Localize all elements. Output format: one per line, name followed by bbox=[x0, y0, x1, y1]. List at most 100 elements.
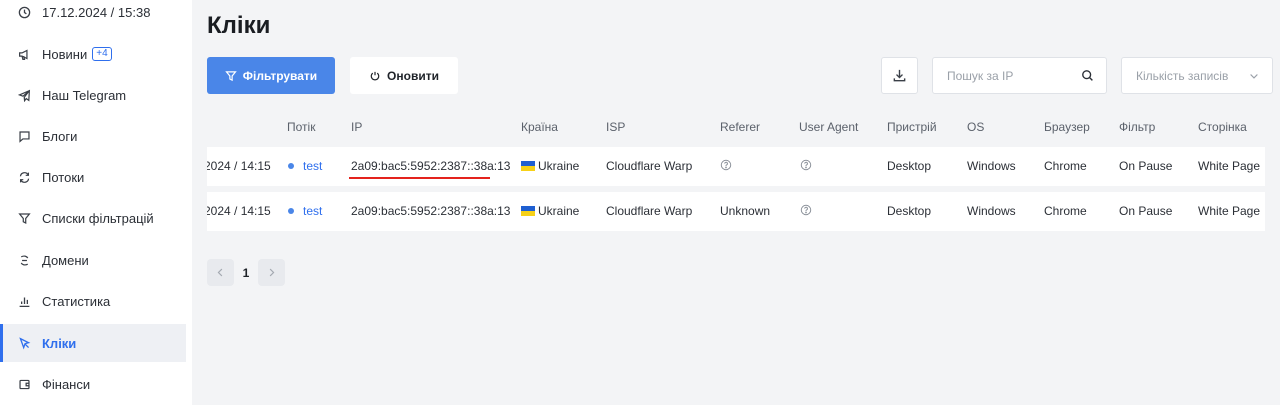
cell-isp: Cloudflare Warp bbox=[606, 159, 693, 173]
search-icon[interactable] bbox=[1081, 69, 1094, 82]
column-header-browser[interactable]: Браузер bbox=[1044, 120, 1090, 134]
column-header-stream[interactable]: Потік bbox=[287, 120, 315, 134]
column-header-device[interactable]: Пристрій bbox=[887, 120, 937, 134]
telegram-icon bbox=[16, 87, 32, 103]
cell-stream[interactable]: test bbox=[288, 159, 322, 173]
news-count-badge: +4 bbox=[92, 47, 112, 61]
chat-icon bbox=[16, 128, 32, 144]
records-count-select[interactable]: Кількість записів bbox=[1121, 57, 1273, 94]
refresh-icon bbox=[369, 70, 381, 82]
column-header-country[interactable]: Країна bbox=[521, 120, 558, 134]
table-row[interactable]: 2024 / 14:15 test 2a09:bac5:5952:2387::3… bbox=[207, 147, 1265, 186]
column-header-os[interactable]: OS bbox=[967, 120, 984, 134]
stream-status-dot bbox=[288, 208, 294, 214]
sidebar-item-label: Фінанси bbox=[42, 376, 91, 392]
column-header-filter[interactable]: Фільтр bbox=[1119, 120, 1155, 134]
sidebar-item-label: 17.12.2024 / 15:38 bbox=[42, 4, 151, 20]
sidebar-item-statistics[interactable]: Статистика bbox=[0, 282, 186, 320]
column-header-isp[interactable]: ISP bbox=[606, 120, 625, 134]
cell-os: Windows bbox=[967, 204, 1016, 218]
filter-button-label: Фільтрувати bbox=[242, 68, 318, 83]
table-row[interactable]: 2024 / 14:15 test 2a09:bac5:5952:2387::3… bbox=[207, 192, 1265, 231]
question-circle-icon[interactable] bbox=[800, 204, 812, 216]
sidebar-item-label: Списки фільтрацій bbox=[42, 210, 154, 226]
cell-user-agent bbox=[800, 204, 812, 219]
download-button[interactable] bbox=[881, 57, 918, 94]
sidebar-item-finance[interactable]: Фінанси bbox=[0, 365, 186, 403]
cell-device: Desktop bbox=[887, 204, 932, 218]
main-content: Кліки Фільтрувати Оновити Кількість запи… bbox=[192, 0, 1280, 405]
refresh-button-label: Оновити bbox=[387, 68, 439, 83]
megaphone-icon bbox=[16, 46, 32, 62]
sidebar-item-label: Наш Telegram bbox=[42, 87, 127, 103]
clock-icon bbox=[16, 4, 32, 20]
stream-name: test bbox=[303, 159, 323, 173]
cell-browser: Chrome bbox=[1044, 159, 1087, 173]
refresh-button[interactable]: Оновити bbox=[350, 57, 458, 94]
sidebar-datetime: 17.12.2024 / 15:38 bbox=[0, 0, 186, 31]
stream-status-dot bbox=[288, 163, 294, 169]
sidebar: 17.12.2024 / 15:38 Новини +4 Наш Telegra… bbox=[0, 0, 192, 405]
chevron-left-icon bbox=[215, 267, 226, 278]
cell-os: Windows bbox=[967, 159, 1016, 173]
question-circle-icon[interactable] bbox=[800, 159, 812, 171]
ip-highlight-underline bbox=[349, 177, 490, 179]
cell-browser: Chrome bbox=[1044, 204, 1087, 218]
cell-referer bbox=[720, 159, 732, 174]
records-count-placeholder: Кількість записів bbox=[1136, 68, 1229, 83]
filter-icon bbox=[16, 210, 32, 226]
sidebar-item-streams[interactable]: Потоки bbox=[0, 158, 186, 196]
sidebar-item-telegram[interactable]: Наш Telegram bbox=[0, 76, 186, 114]
chevron-down-icon bbox=[1248, 70, 1260, 82]
ip-search-input[interactable] bbox=[947, 68, 1077, 83]
sidebar-item-label: Статистика bbox=[42, 293, 111, 309]
cell-ip: 2a09:bac5:5952:2387::38a:13 bbox=[351, 204, 511, 218]
question-circle-icon[interactable] bbox=[720, 159, 732, 171]
filter-button[interactable]: Фільтрувати bbox=[207, 57, 335, 94]
sidebar-item-domains[interactable]: Домени bbox=[0, 241, 186, 279]
cell-date: 2024 / 14:15 bbox=[207, 204, 271, 218]
next-page-button[interactable] bbox=[258, 259, 285, 286]
sidebar-item-filter-lists[interactable]: Списки фільтрацій bbox=[0, 199, 186, 237]
cell-date: 2024 / 14:15 bbox=[207, 159, 271, 173]
download-icon bbox=[892, 68, 907, 83]
stream-name: test bbox=[303, 204, 323, 218]
column-header-user-agent[interactable]: User Agent bbox=[799, 120, 858, 134]
chevron-right-icon bbox=[266, 267, 277, 278]
sidebar-item-blogs[interactable]: Блоги bbox=[0, 117, 186, 155]
sidebar-item-clicks[interactable]: Кліки bbox=[0, 324, 186, 362]
pagination: 1 bbox=[207, 259, 285, 286]
cell-isp: Cloudflare Warp bbox=[606, 204, 693, 218]
ip-search-field[interactable] bbox=[932, 57, 1107, 94]
sidebar-item-label: Потоки bbox=[42, 169, 85, 185]
sidebar-item-label: Кліки bbox=[42, 335, 77, 351]
cell-country: Ukraine bbox=[521, 204, 579, 218]
link-icon bbox=[16, 252, 32, 268]
cell-stream[interactable]: test bbox=[288, 204, 322, 218]
wallet-icon bbox=[16, 376, 32, 392]
sidebar-item-label: Домени bbox=[42, 252, 89, 268]
sidebar-item-label: Блоги bbox=[42, 128, 78, 144]
refresh-arrows-icon bbox=[16, 169, 32, 185]
cell-filter: On Pause bbox=[1119, 159, 1173, 173]
column-header-referer[interactable]: Referer bbox=[720, 120, 760, 134]
ukraine-flag-icon bbox=[521, 206, 535, 216]
sidebar-item-news[interactable]: Новини +4 bbox=[0, 35, 186, 73]
country-name: Ukraine bbox=[538, 159, 580, 173]
cell-country: Ukraine bbox=[521, 159, 579, 173]
bar-chart-icon bbox=[16, 293, 32, 309]
table-header: Потік IP Країна ISP Referer User Agent П… bbox=[207, 115, 1265, 139]
prev-page-button[interactable] bbox=[207, 259, 234, 286]
cell-page: White Page bbox=[1198, 204, 1261, 218]
page-title: Кліки bbox=[207, 12, 271, 39]
cell-page: White Page bbox=[1198, 159, 1261, 173]
current-page[interactable]: 1 bbox=[234, 266, 258, 280]
country-name: Ukraine bbox=[538, 204, 580, 218]
cell-ip: 2a09:bac5:5952:2387::38a:13 bbox=[351, 159, 511, 173]
column-header-page[interactable]: Сторінка bbox=[1198, 120, 1247, 134]
cell-referer: Unknown bbox=[720, 204, 771, 218]
filter-icon bbox=[225, 70, 237, 82]
ukraine-flag-icon bbox=[521, 161, 535, 171]
cell-user-agent bbox=[800, 159, 812, 174]
column-header-ip[interactable]: IP bbox=[351, 120, 362, 134]
